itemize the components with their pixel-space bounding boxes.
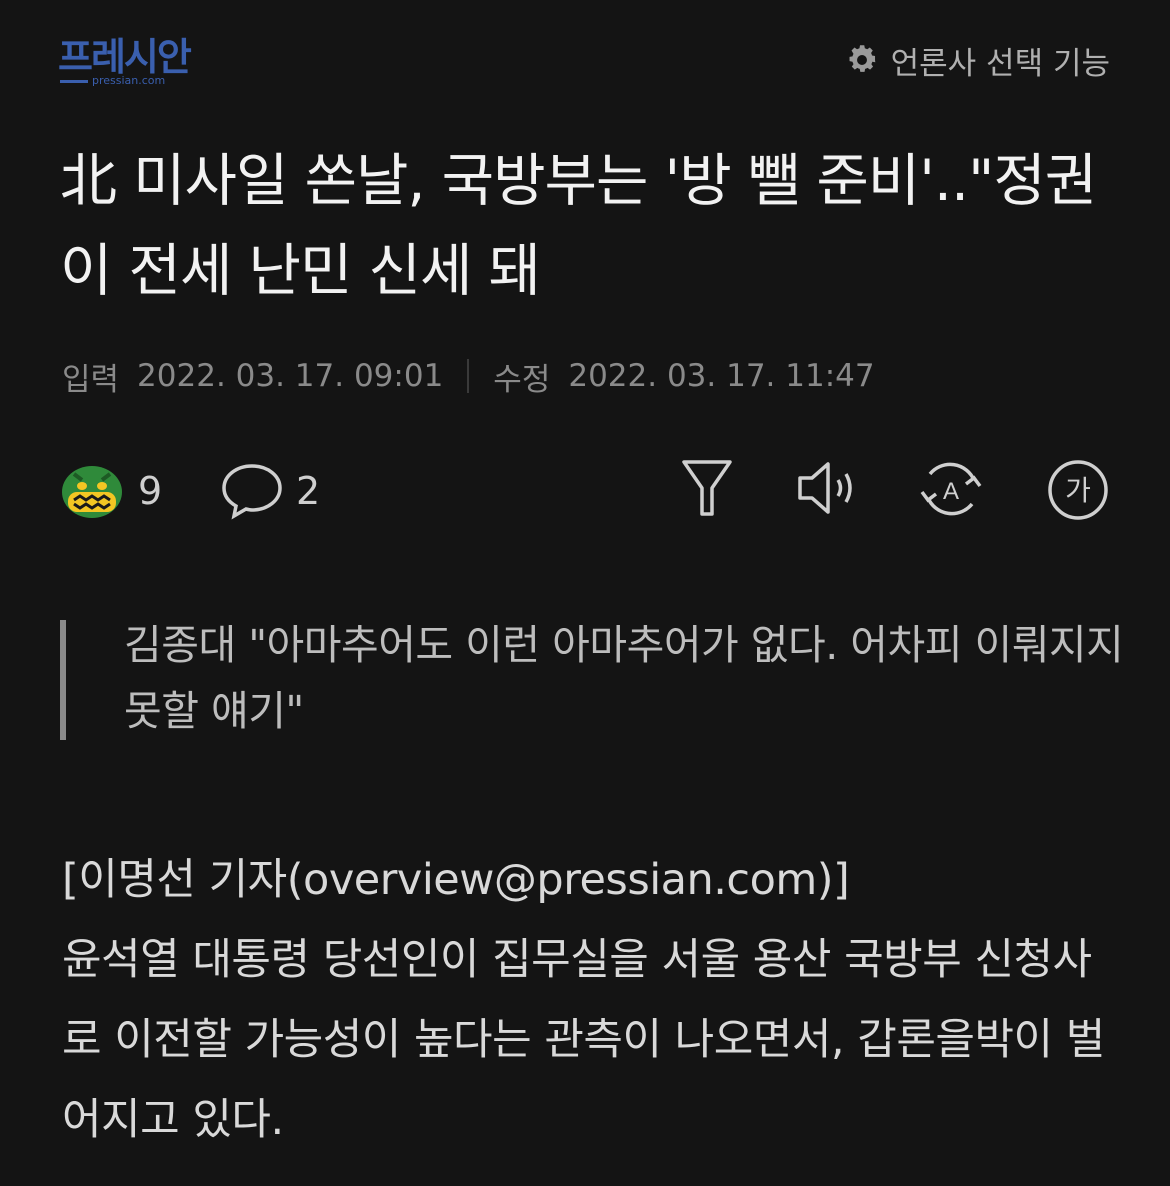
gear-icon <box>849 45 875 72</box>
meta-divider <box>467 359 470 393</box>
input-time: 2022. 03. 17. 09:01 <box>137 358 444 394</box>
speaker-icon[interactable] <box>796 460 860 516</box>
press-select-button[interactable]: 언론사 선택 기능 <box>845 38 1110 82</box>
press-select-label: 언론사 선택 기능 <box>890 45 1110 82</box>
translate-icon[interactable]: A <box>918 458 984 520</box>
article-subtitle-quote: 김종대 "아마추어도 이런 아마추어가 없다. 어차피 이뤄지지 못할 얘기" <box>60 620 1126 740</box>
article-subtitle: 김종대 "아마추어도 이런 아마추어가 없다. 어차피 이뤄지지 못할 얘기" <box>124 621 1124 735</box>
pressian-logo[interactable]: 프레시안 pressian.com <box>58 34 208 88</box>
logo-underline <box>60 80 88 83</box>
funnel-icon[interactable] <box>680 458 734 518</box>
translate-glyph: A <box>943 478 959 505</box>
edit-label: 수정 <box>493 361 551 398</box>
edit-time: 2022. 03. 17. 11:47 <box>568 358 875 394</box>
angry-face-emoji-icon[interactable] <box>60 460 124 520</box>
font-size-glyph: 가 <box>1065 474 1091 507</box>
article-body: [이명선 기자(overview@pressian.com)] 윤석열 대통령 … <box>62 840 1122 1160</box>
logo-domain: pressian.com <box>92 74 166 87</box>
input-label: 입력 <box>62 361 120 398</box>
byline: [이명선 기자(overview@pressian.com)] <box>62 855 850 905</box>
comment-count: 2 <box>296 469 321 513</box>
article-timestamps: 입력 2022. 03. 17. 09:01 수정 2022. 03. 17. … <box>62 352 875 400</box>
font-size-icon[interactable]: 가 <box>1046 458 1110 522</box>
reaction-count: 9 <box>138 469 163 513</box>
header: 프레시안 pressian.com 언론사 선택 기능 <box>0 0 1170 120</box>
speech-bubble-icon[interactable] <box>220 460 284 520</box>
article-toolbar: 9 2 A 가 <box>60 456 1120 526</box>
body-paragraph: 윤석열 대통령 당선인이 집무실을 서울 용산 국방부 신청사로 이전할 가능성… <box>62 935 1105 1145</box>
article-title: 北 미사일 쏜날, 국방부는 '방 뺄 준비'.."정권이 전세 난민 신세 돼 <box>60 148 1097 304</box>
